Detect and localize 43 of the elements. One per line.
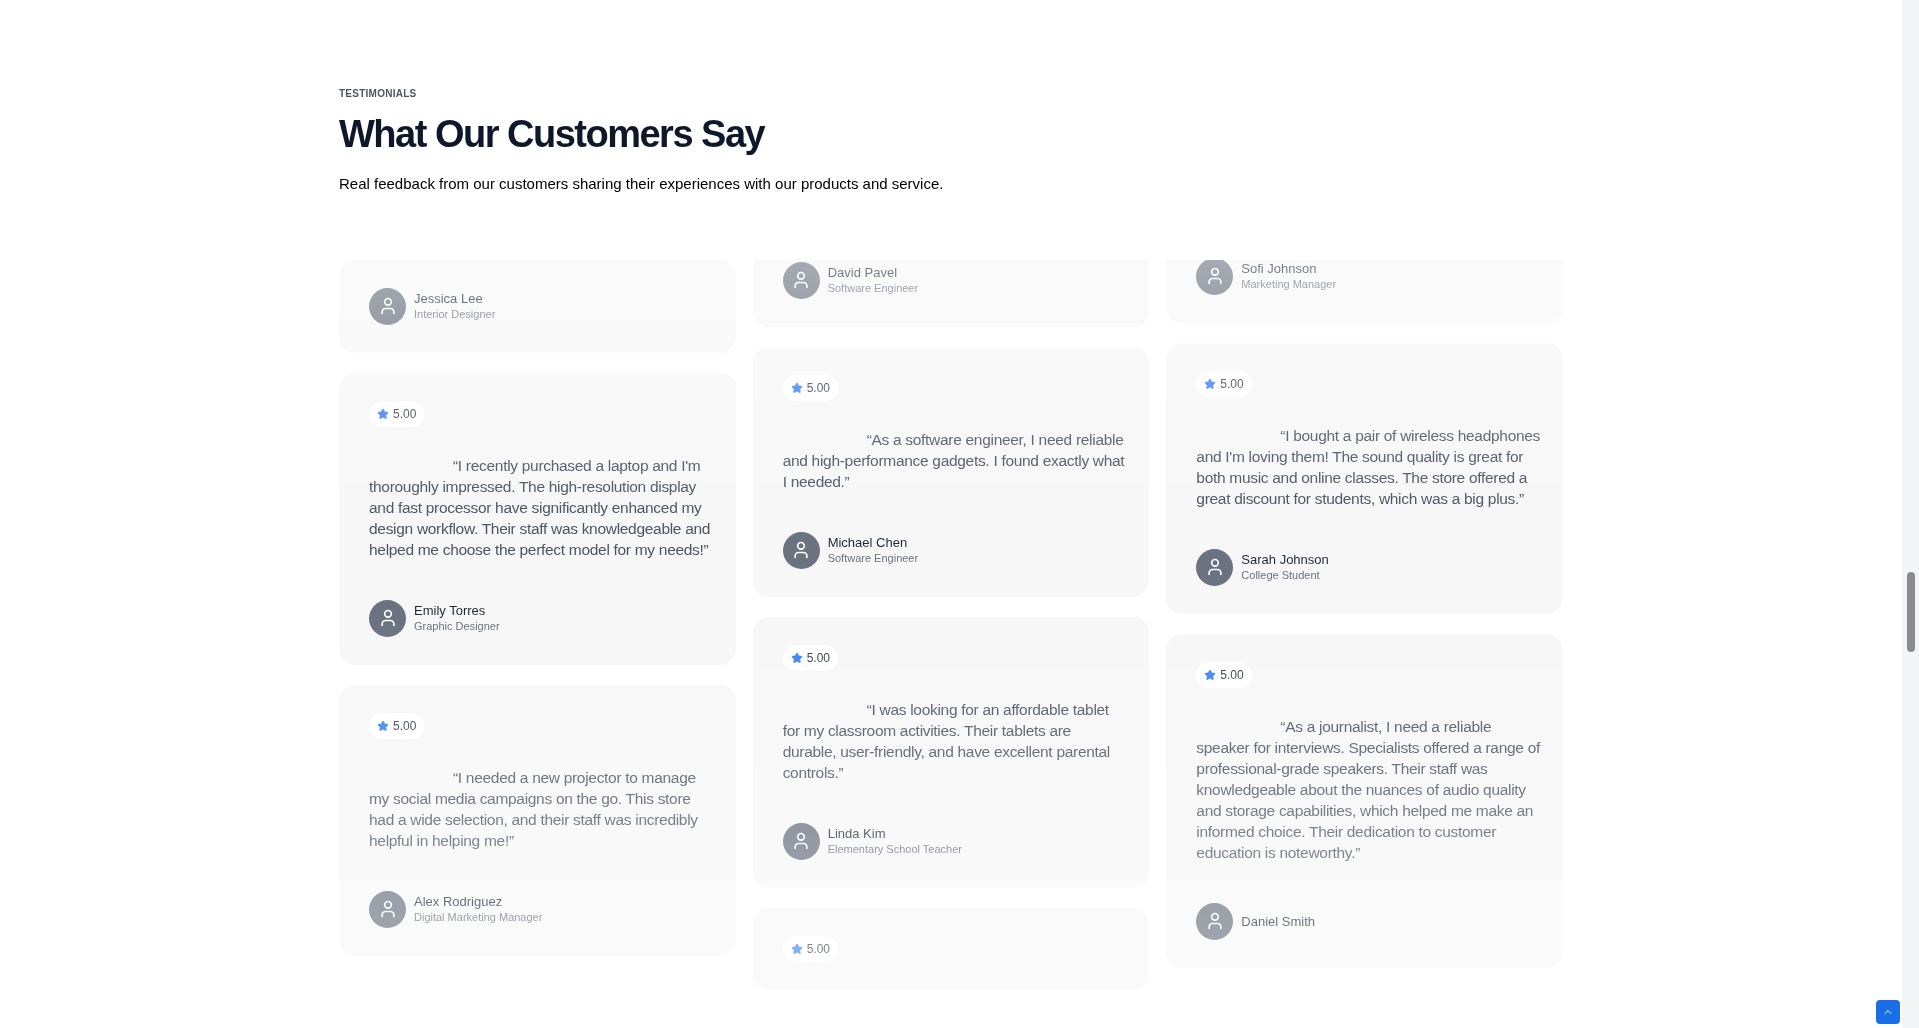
author-name: Daniel Smith: [1241, 912, 1316, 930]
author-role: Digital Marketing Manager: [414, 910, 543, 925]
author-name: Sofi Johnson: [1241, 260, 1318, 277]
author-role: Interior Designer: [414, 307, 496, 322]
scrollbar[interactable]: [1902, 0, 1919, 1028]
testimonial-quote: “As a software engineer, I need reliable and high-performance gadgets. I found exactly what I needed.”: [782, 429, 1126, 492]
testimonial-quote: “I bought a pair of wireless headphones and I'm loving them! The sound quality is great for both music and online classes. The store offered a great discount for students, which was a big plus.”: [1196, 425, 1542, 509]
author-role: Marketing Manager: [1241, 277, 1337, 292]
author-name: Linda Kim: [827, 825, 887, 842]
author-name: Michael Chen: [827, 534, 909, 551]
section-eyebrow: TESTIMONIALS: [339, 87, 418, 101]
rating-value: 5.00: [806, 649, 830, 667]
rating-value: 5.00: [806, 379, 830, 397]
author-role: Software Engineer: [827, 281, 919, 296]
section-subtitle: Real feedback from our customers sharing their experiences with our products and service.: [339, 174, 945, 194]
author-name: Alex Rodriguez: [414, 893, 504, 910]
star-icon: [377, 719, 389, 732]
scrollbar-thumb[interactable]: [1906, 572, 1915, 652]
author-role: Graphic Designer: [414, 619, 500, 634]
author-role: College Student: [1241, 568, 1321, 583]
star-icon: [790, 942, 803, 955]
testimonial-quote: “I needed a new projector to manage my social media campaigns on the go. This store had a wide selection, and their staff was incredibly helpful in helping me!”: [369, 767, 699, 851]
testimonial-quote: “I was looking for an affordable tablet for my classroom activities. Their tablets are durable, user-friendly, and have excellent parental controls.”: [782, 699, 1111, 783]
rating-value: 5.00: [393, 405, 417, 423]
star-icon: [1204, 377, 1217, 390]
author-name: Sarah Johnson: [1241, 551, 1329, 568]
author-name: Emily Torres: [414, 602, 487, 619]
rating-value: 5.00: [1220, 375, 1244, 393]
rating-value: 5.00: [1220, 666, 1244, 684]
rating-value: 5.00: [806, 940, 830, 958]
star-icon: [1204, 668, 1217, 681]
scroll-to-top-button[interactable]: [1876, 1000, 1900, 1024]
author-role: Software Engineer: [827, 551, 919, 566]
star-icon: [377, 407, 389, 420]
author-name: David Pavel: [827, 264, 899, 281]
testimonial-quote: “I recently purchased a laptop and I'm thoroughly impressed. The high-resolution display and fast processor have significantly enhanced my design workflow. Their staff was knowledgeable and helped me choose the perfect model for my needs!”: [369, 455, 712, 560]
section-heading: What Our Customers Say: [339, 112, 766, 157]
star-icon: [790, 651, 803, 664]
author-role: Elementary School Teacher: [827, 842, 962, 857]
star-icon: [790, 381, 803, 394]
rating-value: 5.00: [393, 717, 417, 735]
author-name: Jessica Lee: [414, 290, 484, 307]
testimonial-quote: “As a journalist, I need a reliable speaker for interviews. Specialists offered a range of professional-grade speakers. Their staff was knowledgeable about the nuances of audio quality and storage capabilities, which helped me make an informed choice. Their dedication to customer education is noteworthy.”: [1196, 716, 1542, 863]
